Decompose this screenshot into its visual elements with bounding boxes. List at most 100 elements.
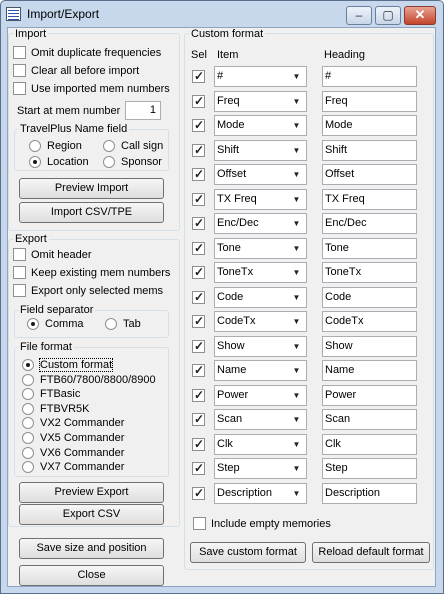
custom-row-item-select[interactable]: Tone ▼ (214, 237, 307, 259)
radio-button[interactable] (27, 318, 39, 330)
chevron-down-icon[interactable]: ▼ (289, 461, 304, 476)
custom-row-item-select[interactable]: Show ▼ (214, 335, 307, 357)
custom-row-select-checkbox[interactable] (192, 167, 205, 181)
reload-default-format-button[interactable]: Reload default format (312, 542, 430, 563)
custom-row-item-select[interactable]: Enc/Dec ▼ (214, 213, 307, 234)
custom-row-item-select[interactable]: CodeTx ▼ (214, 311, 307, 332)
custom-row-item-select[interactable]: Power ▼ (214, 384, 307, 406)
custom-row-heading-input[interactable]: TX Freq (322, 188, 417, 210)
chevron-down-icon[interactable]: ▼ (289, 486, 304, 501)
custom-row-select-checkbox[interactable] (192, 314, 205, 328)
save-custom-format-button[interactable]: Save custom format (190, 542, 306, 563)
chevron-down-icon[interactable]: ▼ (289, 363, 304, 378)
name-field-radio-3[interactable]: Location (29, 155, 89, 169)
radio-button[interactable] (22, 402, 34, 415)
import-option-3[interactable]: Use imported mem numbers (13, 82, 170, 96)
custom-row-select-checkbox[interactable] (192, 265, 205, 279)
custom-row-select-checkbox[interactable] (192, 241, 205, 255)
export-csv-button[interactable]: Export CSV (19, 504, 164, 525)
custom-row-select-checkbox[interactable] (192, 363, 205, 377)
radio-button[interactable] (22, 359, 34, 371)
custom-row-item-select[interactable]: ToneTx ▼ (214, 262, 307, 283)
file-format-radio-4[interactable]: FTBVR5K (22, 402, 90, 416)
file-format-radio-1[interactable]: Custom format (22, 358, 114, 372)
radio-button[interactable] (105, 318, 117, 330)
file-format-radio-3[interactable]: FTBasic (22, 387, 80, 401)
custom-row-item-select[interactable]: Scan ▼ (214, 409, 307, 430)
custom-row-heading-input[interactable]: Show (322, 335, 417, 357)
chevron-down-icon[interactable]: ▼ (289, 69, 304, 84)
custom-row-item-select[interactable]: TX Freq ▼ (214, 188, 307, 210)
custom-row-item-select[interactable]: Mode ▼ (214, 115, 307, 136)
chevron-down-icon[interactable]: ▼ (289, 192, 304, 207)
chevron-down-icon[interactable]: ▼ (289, 167, 304, 182)
chevron-down-icon[interactable]: ▼ (289, 94, 304, 109)
custom-row-heading-input[interactable]: # (322, 66, 417, 87)
custom-row-item-select[interactable]: Shift ▼ (214, 139, 307, 161)
custom-row-select-checkbox[interactable] (192, 388, 205, 402)
custom-row-select-checkbox[interactable] (192, 192, 205, 206)
include-empty-checkbox[interactable]: Include empty memories (193, 517, 331, 531)
custom-row-heading-input[interactable]: Description (322, 482, 417, 504)
custom-row-select-checkbox[interactable] (192, 118, 205, 132)
custom-row-heading-input[interactable]: Step (322, 458, 417, 479)
custom-row-select-checkbox[interactable] (192, 461, 205, 475)
custom-row-item-select[interactable]: Code ▼ (214, 286, 307, 308)
close-window-button[interactable]: ✕ (404, 6, 436, 25)
preview-import-button[interactable]: Preview Import (19, 178, 164, 199)
file-format-radio-5[interactable]: VX2 Commander (22, 416, 124, 430)
checkbox-box[interactable] (13, 266, 26, 279)
custom-row-heading-input[interactable]: ToneTx (322, 262, 417, 283)
export-option-2[interactable]: Keep existing mem numbers (13, 266, 170, 280)
custom-row-item-select[interactable]: Step ▼ (214, 458, 307, 479)
preview-export-button[interactable]: Preview Export (19, 482, 164, 503)
custom-row-select-checkbox[interactable] (192, 412, 205, 426)
custom-row-select-checkbox[interactable] (192, 290, 205, 304)
chevron-down-icon[interactable]: ▼ (289, 388, 304, 403)
radio-button[interactable] (22, 446, 34, 459)
custom-row-item-select[interactable]: Name ▼ (214, 360, 307, 381)
chevron-down-icon[interactable]: ▼ (289, 412, 304, 427)
custom-row-heading-input[interactable]: Code (322, 286, 417, 308)
export-option-3[interactable]: Export only selected mems (13, 284, 163, 298)
custom-row-heading-input[interactable]: Clk (322, 433, 417, 455)
radio-button[interactable] (22, 432, 34, 444)
custom-row-heading-input[interactable]: CodeTx (322, 311, 417, 332)
checkbox-box[interactable] (13, 64, 26, 77)
title-bar[interactable]: Import/Export – ▢ ✕ (1, 1, 443, 28)
custom-row-item-select[interactable]: Clk ▼ (214, 433, 307, 455)
name-field-radio-1[interactable]: Region (29, 139, 82, 153)
custom-row-heading-input[interactable]: Scan (322, 409, 417, 430)
custom-row-heading-input[interactable]: Power (322, 384, 417, 406)
minimize-button[interactable]: – (346, 6, 372, 25)
maximize-button[interactable]: ▢ (375, 6, 401, 25)
chevron-down-icon[interactable]: ▼ (289, 265, 304, 280)
radio-button[interactable] (22, 373, 34, 386)
checkbox-box[interactable] (13, 284, 26, 297)
file-format-radio-7[interactable]: VX6 Commander (22, 446, 124, 460)
custom-row-select-checkbox[interactable] (192, 216, 205, 230)
radio-button[interactable] (22, 388, 34, 401)
export-option-1[interactable]: Omit header (13, 248, 92, 262)
file-format-radio-8[interactable]: VX7 Commander (22, 460, 124, 474)
separator-radio-2[interactable]: Tab (105, 317, 141, 331)
custom-row-heading-input[interactable]: Enc/Dec (322, 213, 417, 234)
radio-button[interactable] (29, 140, 41, 152)
custom-row-select-checkbox[interactable] (192, 486, 205, 500)
save-size-position-button[interactable]: Save size and position (19, 538, 164, 559)
file-format-radio-2[interactable]: FTB60/7800/8800/8900 (22, 373, 156, 387)
custom-row-item-select[interactable]: # ▼ (214, 66, 307, 87)
chevron-down-icon[interactable]: ▼ (289, 437, 304, 452)
include-empty-check-box[interactable] (193, 517, 206, 530)
file-format-radio-6[interactable]: VX5 Commander (22, 431, 124, 445)
custom-row-heading-input[interactable]: Offset (322, 164, 417, 185)
radio-button[interactable] (103, 156, 115, 168)
radio-button[interactable] (22, 417, 34, 430)
chevron-down-icon[interactable]: ▼ (289, 143, 304, 158)
custom-row-item-select[interactable]: Freq ▼ (214, 90, 307, 112)
import-option-2[interactable]: Clear all before import (13, 64, 139, 78)
custom-row-item-select[interactable]: Offset ▼ (214, 164, 307, 185)
checkbox-box[interactable] (13, 46, 26, 59)
custom-row-heading-input[interactable]: Shift (322, 139, 417, 161)
checkbox-box[interactable] (13, 248, 26, 261)
